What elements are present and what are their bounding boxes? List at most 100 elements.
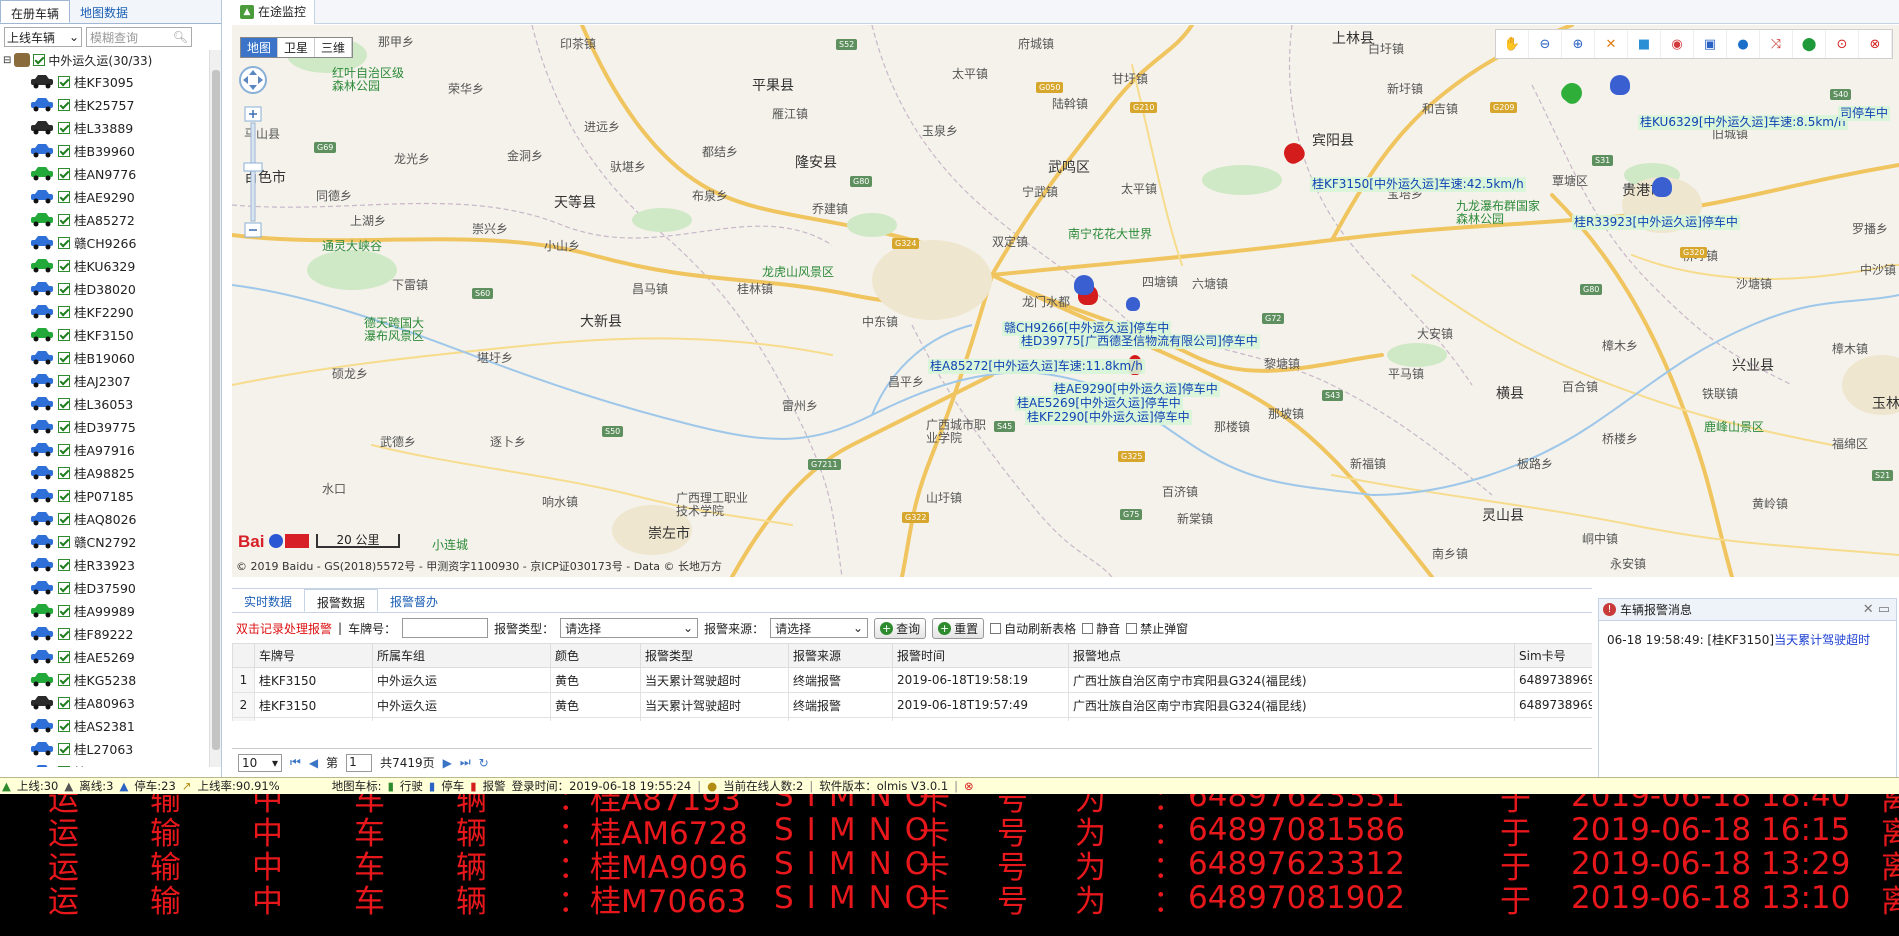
vehicle-map-label[interactable]: 桂KU6329[中外运久运]车速:8.5km/h xyxy=(1638,115,1848,130)
vehicle-checkbox[interactable] xyxy=(58,489,70,502)
vehicle-checkbox[interactable] xyxy=(58,213,70,226)
pan-hand-icon[interactable]: ✋ xyxy=(1496,30,1529,58)
prev-page-icon[interactable]: ◀ xyxy=(309,756,318,770)
vehicle-search-input[interactable]: 模糊查询 🔍︎ xyxy=(86,27,192,47)
vehicle-checkbox[interactable] xyxy=(58,443,70,456)
tab-registered-vehicles[interactable]: 在册车辆 xyxy=(0,0,71,23)
first-page-icon[interactable]: ⏮ xyxy=(290,755,301,770)
vehicle-checkbox[interactable] xyxy=(58,581,70,594)
vehicle-map-label[interactable]: 桂AE5269[中外运久运]停车中 xyxy=(1015,396,1183,411)
vehicle-tree-item[interactable]: 桂L33889 xyxy=(0,116,221,139)
vehicle-tree-item[interactable]: 桂D37590 xyxy=(0,576,221,599)
mute-checkbox[interactable] xyxy=(1082,622,1094,634)
vehicle-tree-item[interactable]: 桂AN9776 xyxy=(0,162,221,185)
group-checkbox[interactable] xyxy=(33,54,46,66)
vehicle-tree-item[interactable]: 桂KF2290 xyxy=(0,300,221,323)
vehicle-tree-item[interactable]: 赣CN2792 xyxy=(0,530,221,553)
vehicle-tree-item[interactable]: 桂L27063 xyxy=(0,737,221,760)
map-type-map[interactable]: 地图 xyxy=(241,38,279,57)
vehicle-marker-parked[interactable] xyxy=(1074,275,1094,295)
table-row[interactable]: 3赣CH9266中外运久运黄色当天累计驾驶超时终端报警2019-06-18T19… xyxy=(232,717,1592,721)
scrollbar-thumb[interactable] xyxy=(212,70,220,750)
column-header[interactable]: 报警地点 xyxy=(1068,643,1515,668)
vehicle-tree-item[interactable]: 桂D39775 xyxy=(0,415,221,438)
vehicle-checkbox[interactable] xyxy=(58,719,70,732)
vehicle-checkbox[interactable] xyxy=(58,765,70,767)
vehicle-checkbox[interactable] xyxy=(58,742,70,755)
vehicle-tree-item[interactable]: 桂AQ8026 xyxy=(0,507,221,530)
page-size-select[interactable]: 10 ▾ xyxy=(238,753,282,772)
vehicle-checkbox[interactable] xyxy=(58,673,70,686)
vehicle-tree-item[interactable]: 桂AJ2307 xyxy=(0,369,221,392)
vehicle-map-label[interactable]: 桂KF3150[中外运久运]车速:42.5km/h xyxy=(1310,177,1526,192)
vehicle-tree-item[interactable]: 桂R33923 xyxy=(0,553,221,576)
alarm-source-select[interactable]: 请选择 ⌄ xyxy=(770,618,869,638)
vehicle-tree-item[interactable]: 桂A98825 xyxy=(0,461,221,484)
no-popup-toggle[interactable]: 禁止弹窗 xyxy=(1126,620,1188,637)
marker-icon[interactable]: ◉ xyxy=(1661,30,1694,58)
alarm-icon[interactable]: ⊗ xyxy=(1859,30,1892,58)
vehicle-tree-item[interactable]: 桂B39960 xyxy=(0,139,221,162)
table-row[interactable]: 2 桂KF3150 中外运久运 黄色 当天累计驾驶超时 终端报警 2019-06-18T19… xyxy=(232,692,1592,718)
route-icon[interactable]: ⤨ xyxy=(1760,30,1793,58)
next-page-icon[interactable]: ▶ xyxy=(443,756,452,770)
vehicle-checkbox[interactable] xyxy=(58,420,70,433)
vehicle-tree-item[interactable]: 桂AS2381 xyxy=(0,714,221,737)
tab-alarm-supervise[interactable]: 报警督办 xyxy=(378,589,450,612)
vehicle-tree-item[interactable]: 桂KF3095 xyxy=(0,70,221,93)
vehicle-checkbox[interactable] xyxy=(58,282,70,295)
map-view[interactable]: 那甲乡 红叶自治区级森林公园 荣华乡 印茶镇 平果县 雁江镇 府城镇 甘圩镇 上… xyxy=(232,25,1899,577)
vehicle-checkbox[interactable] xyxy=(58,466,70,479)
vehicle-map-label[interactable]: 桂A85272[中外运久运]车速:11.8km/h xyxy=(928,359,1145,374)
vehicle-tree-item[interactable]: 桂AE5269 xyxy=(0,645,221,668)
vehicle-checkbox[interactable] xyxy=(58,75,70,88)
close-icon[interactable]: ✕ ▭ xyxy=(1863,602,1896,617)
column-header[interactable]: 报警来源 xyxy=(788,643,893,668)
vehicle-checkbox[interactable] xyxy=(58,328,70,341)
vehicle-checkbox[interactable] xyxy=(58,190,70,203)
vehicle-marker-parked[interactable] xyxy=(1126,297,1140,311)
column-header[interactable]: 报警时间 xyxy=(892,643,1069,668)
column-header[interactable]: Sim卡号 xyxy=(1514,643,1592,668)
column-header[interactable]: 所属车组 xyxy=(372,643,551,668)
globe-icon[interactable]: ● xyxy=(1727,30,1760,58)
tab-alarm-data[interactable]: 报警数据 xyxy=(304,589,379,612)
tree-scrollbar[interactable] xyxy=(209,50,221,767)
vehicle-map-label[interactable]: 司停车中 xyxy=(1838,106,1891,121)
vehicle-tree-item[interactable]: 桂KU6329 xyxy=(0,254,221,277)
location-icon[interactable]: ⬤ xyxy=(1793,30,1826,58)
vehicle-tree-item[interactable]: 桂P07185 xyxy=(0,484,221,507)
vehicle-tree-item[interactable]: 桂KG5238 xyxy=(0,668,221,691)
vehicle-checkbox[interactable] xyxy=(58,627,70,640)
vehicle-tree-item[interactable]: 桂B19060 xyxy=(0,346,221,369)
reset-button[interactable]: + 重置 xyxy=(932,617,985,639)
auto-refresh-toggle[interactable]: 自动刷新表格 xyxy=(990,620,1076,637)
vehicle-checkbox[interactable] xyxy=(58,374,70,387)
screenshot-icon[interactable]: ▣ xyxy=(1694,30,1727,58)
vehicle-tree-item[interactable]: 桂AE9290 xyxy=(0,185,221,208)
refresh-icon[interactable]: ↻ xyxy=(479,756,489,770)
vehicle-map-label[interactable]: 桂AE9290[中外运久运]停车中 xyxy=(1052,382,1220,397)
vehicle-checkbox[interactable] xyxy=(58,121,70,134)
vehicle-tree-item[interactable]: 桂A97916 xyxy=(0,438,221,461)
vehicle-map-label[interactable]: 桂R33923[中外运久运]停车中 xyxy=(1572,215,1740,230)
vehicle-checkbox[interactable] xyxy=(58,144,70,157)
no-popup-checkbox[interactable] xyxy=(1126,622,1138,634)
vehicle-checkbox[interactable] xyxy=(58,650,70,663)
auto-refresh-checkbox[interactable] xyxy=(990,622,1002,634)
column-header[interactable]: 颜色 xyxy=(550,643,641,668)
last-page-icon[interactable]: ⏭ xyxy=(460,755,471,770)
map-type-satellite[interactable]: 卫星 xyxy=(278,38,316,57)
alarm-message-type[interactable]: 当天累计驾驶超时 xyxy=(1774,633,1870,647)
vehicle-tree-item[interactable]: 桂A85272 xyxy=(0,208,221,231)
vehicle-tree-item[interactable]: 桂K25757 xyxy=(0,93,221,116)
area-icon[interactable]: ■ xyxy=(1628,30,1661,58)
vehicle-checkbox[interactable] xyxy=(58,167,70,180)
zoom-in-icon[interactable]: ⊕ xyxy=(1562,30,1595,58)
tab-in-transit-monitor[interactable]: ▲ 在途监控 xyxy=(232,0,316,24)
mute-toggle[interactable]: 静音 xyxy=(1082,620,1120,637)
measure-icon[interactable]: ✕ xyxy=(1595,30,1628,58)
vehicle-checkbox[interactable] xyxy=(58,696,70,709)
vehicle-checkbox[interactable] xyxy=(58,259,70,272)
vehicle-map-label[interactable]: 桂D39775[广西德圣信物流有限公司]停车中 xyxy=(1019,334,1260,349)
